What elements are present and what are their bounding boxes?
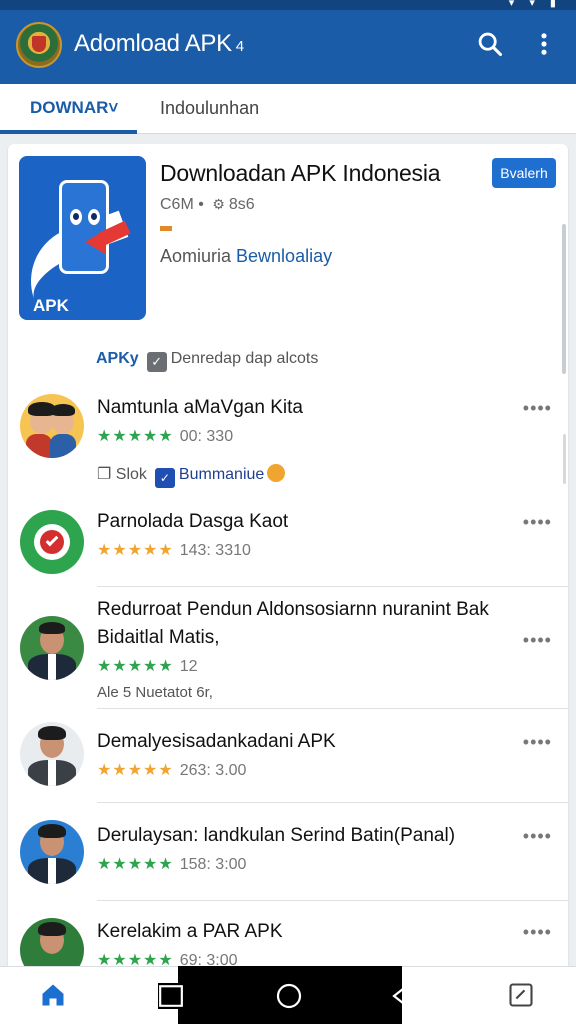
item-more-icon[interactable]: •••• — [523, 512, 552, 533]
app-title: Adomload APK 4 — [74, 30, 244, 57]
heart-badge-icon — [267, 464, 286, 482]
featured-meta: C6M • ⚙ 8s6 — [160, 196, 255, 213]
item-title: Demalyesisadankadani APK — [97, 731, 336, 752]
featured-app-icon[interactable]: APK — [19, 156, 146, 320]
tab-indoulunhan[interactable]: Indoulunhan — [160, 98, 259, 119]
app-logo — [16, 22, 62, 68]
avatar — [20, 820, 84, 884]
app-bar: Adomload APK 4 — [0, 10, 576, 84]
system-navigation-bar — [158, 966, 410, 1024]
avatar — [20, 510, 84, 574]
item-more-icon[interactable]: •••• — [523, 922, 552, 943]
item-more-icon[interactable]: •••• — [523, 826, 552, 847]
avatar — [20, 616, 84, 680]
item-title: Namtunla aMaVgan Kita — [97, 397, 303, 418]
search-icon[interactable] — [474, 30, 506, 62]
item-extra: ❐ Slok ✓ Bummaniue — [97, 464, 286, 488]
back-icon[interactable] — [390, 982, 416, 1010]
eye-left — [70, 209, 82, 225]
item-more-icon[interactable]: •••• — [523, 732, 552, 753]
square-icon[interactable] — [158, 983, 184, 1009]
phone-icon — [59, 180, 109, 274]
list-item[interactable]: Parnolada Dasga Kaot ★★★★★ 143: 3310 •••• — [8, 508, 568, 587]
item-more-icon[interactable]: •••• — [523, 630, 552, 651]
divider — [97, 708, 568, 709]
list-item[interactable]: Derulaysan: landkulan Serind Batin(Panal… — [8, 820, 568, 902]
recent-icon[interactable] — [506, 981, 536, 1011]
item-rating: ★★★★★ 263: 3.00 — [97, 762, 247, 779]
home-icon[interactable] — [38, 981, 68, 1011]
avatar — [20, 394, 84, 458]
item-title: Parnolada Dasga Kaot — [97, 511, 289, 532]
gear-icon: ⚙ — [212, 196, 225, 212]
arrow-icon — [85, 230, 105, 254]
item-rating: ★★★★★ 158: 3:00 — [97, 856, 247, 873]
scrollbar[interactable] — [562, 224, 566, 374]
circle-home-icon[interactable] — [276, 983, 302, 1009]
section-header: APKy ✓ Denredap dap alcots — [96, 350, 318, 372]
tab-download[interactable]: DOWNAR˅ — [0, 98, 138, 134]
more-vert-icon[interactable] — [528, 30, 560, 62]
star-rating-icon: ★★★★★ — [97, 762, 174, 779]
divider — [97, 802, 568, 803]
check-badge-icon: ✓ — [154, 468, 175, 488]
list-item[interactable]: Namtunla aMaVgan Kita ★★★★★ 00: 330 •••• … — [8, 394, 568, 508]
divider — [97, 586, 568, 587]
featured-link[interactable]: Bewnloaliay — [236, 246, 332, 266]
item-rating: ★★★★★ 143: 3310 — [97, 542, 251, 559]
comment-icon: ❐ — [97, 466, 112, 483]
tab-bar: DOWNAR˅ Indoulunhan — [0, 84, 576, 134]
apk-icon-label: APK — [33, 296, 69, 315]
check-icon[interactable]: ✓ — [146, 352, 167, 372]
item-title: Derulaysan: landkulan Serind Batin(Panal… — [97, 825, 456, 846]
list-item[interactable]: Demalyesisadankadani APK ★★★★★ 263: 3.00 … — [8, 722, 568, 806]
item-title: Redurroat Pendun Aldonsosiarnn nuranint … — [97, 599, 489, 648]
list-item[interactable]: Redurroat Pendun Aldonsosiarnn nuranint … — [8, 596, 568, 709]
featured-title[interactable]: Downloadan APK Indonesia — [160, 160, 441, 187]
item-rating: ★★★★★ 00: 330 — [97, 428, 234, 445]
featured-badge — [160, 226, 172, 231]
status-bar: ▾ ▾ ▮ — [0, 0, 576, 10]
star-rating-icon: ★★★★★ — [97, 428, 174, 445]
featured-subtitle: Aomiuria Bewnloaliay — [160, 246, 333, 266]
install-button[interactable]: Bvalerh — [492, 158, 556, 188]
content-card: APK Downloadan APK Indonesia Bvalerh C6M… — [8, 144, 568, 974]
eye-right — [88, 209, 100, 225]
item-more-icon[interactable]: •••• — [523, 398, 552, 419]
star-rating-icon: ★★★★★ — [97, 658, 174, 675]
star-rating-icon: ★★★★★ — [97, 542, 174, 559]
avatar — [20, 722, 84, 786]
item-extra: Ale 5 Nuetatot 6r, — [97, 684, 213, 701]
star-rating-icon: ★★★★★ — [97, 856, 174, 873]
divider — [97, 900, 568, 901]
item-title: Kerelakim a PAR APK — [97, 921, 283, 942]
item-rating: ★★★★★ 12 — [97, 658, 198, 675]
status-icons: ▾ ▾ ▮ — [508, 0, 562, 9]
